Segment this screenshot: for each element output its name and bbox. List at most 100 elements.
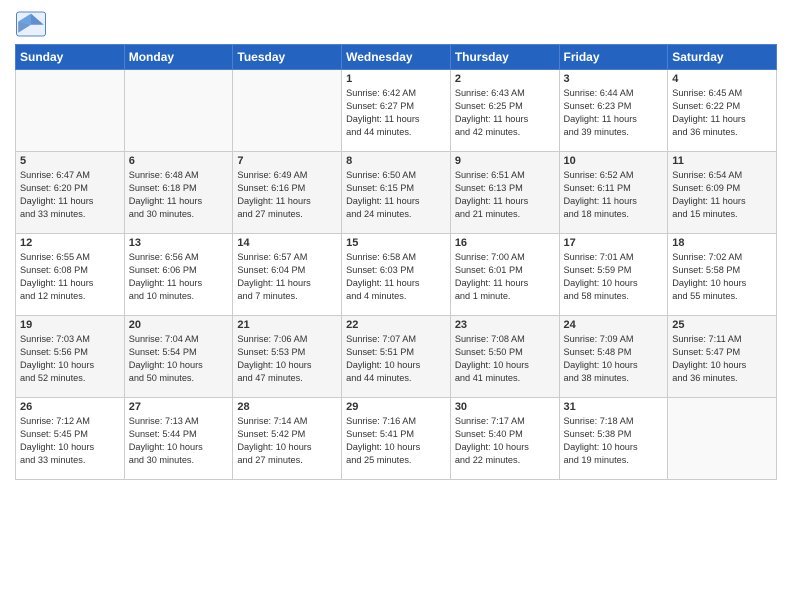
day-number: 15 — [346, 237, 446, 249]
day-number: 3 — [564, 73, 664, 85]
cell-info: Sunset: 5:58 PM — [672, 264, 772, 277]
day-cell: 1Sunrise: 6:42 AMSunset: 6:27 PMDaylight… — [342, 70, 451, 152]
cell-info: Sunset: 5:51 PM — [346, 346, 446, 359]
day-cell — [124, 70, 233, 152]
cell-info: Daylight: 11 hours — [129, 195, 229, 208]
day-number: 10 — [564, 155, 664, 167]
cell-info: Sunset: 6:15 PM — [346, 182, 446, 195]
cell-info: Daylight: 10 hours — [129, 359, 229, 372]
cell-info: Sunrise: 7:08 AM — [455, 333, 555, 346]
cell-info: Daylight: 10 hours — [346, 441, 446, 454]
cell-info: Sunrise: 7:03 AM — [20, 333, 120, 346]
cell-info: and 27 minutes. — [237, 454, 337, 467]
cell-info: and 4 minutes. — [346, 290, 446, 303]
day-number: 22 — [346, 319, 446, 331]
cell-info: Sunrise: 6:48 AM — [129, 169, 229, 182]
cell-info: Sunrise: 6:45 AM — [672, 87, 772, 100]
day-number: 18 — [672, 237, 772, 249]
day-number: 28 — [237, 401, 337, 413]
cell-info: and 36 minutes. — [672, 372, 772, 385]
cell-info: Daylight: 10 hours — [20, 359, 120, 372]
cell-info: and 44 minutes. — [346, 126, 446, 139]
day-cell — [16, 70, 125, 152]
day-number: 9 — [455, 155, 555, 167]
cell-info: Daylight: 11 hours — [346, 195, 446, 208]
cell-info: Sunrise: 7:04 AM — [129, 333, 229, 346]
cell-info: Sunset: 5:38 PM — [564, 428, 664, 441]
cell-info: Daylight: 10 hours — [672, 359, 772, 372]
day-number: 25 — [672, 319, 772, 331]
cell-info: Sunset: 6:04 PM — [237, 264, 337, 277]
day-number: 5 — [20, 155, 120, 167]
calendar-table: SundayMondayTuesdayWednesdayThursdayFrid… — [15, 44, 777, 480]
day-number: 27 — [129, 401, 229, 413]
day-number: 19 — [20, 319, 120, 331]
cell-info: and 36 minutes. — [672, 126, 772, 139]
cell-info: Sunrise: 6:57 AM — [237, 251, 337, 264]
cell-info: Sunset: 5:50 PM — [455, 346, 555, 359]
cell-info: and 18 minutes. — [564, 208, 664, 221]
cell-info: Sunset: 5:45 PM — [20, 428, 120, 441]
cell-info: Sunset: 5:47 PM — [672, 346, 772, 359]
day-number: 24 — [564, 319, 664, 331]
cell-info: Daylight: 11 hours — [20, 277, 120, 290]
cell-info: Daylight: 10 hours — [564, 441, 664, 454]
cell-info: and 1 minute. — [455, 290, 555, 303]
cell-info: Sunrise: 7:01 AM — [564, 251, 664, 264]
cell-info: and 21 minutes. — [455, 208, 555, 221]
day-cell: 3Sunrise: 6:44 AMSunset: 6:23 PMDaylight… — [559, 70, 668, 152]
cell-info: Sunset: 5:56 PM — [20, 346, 120, 359]
day-number: 4 — [672, 73, 772, 85]
week-row-1: 5Sunrise: 6:47 AMSunset: 6:20 PMDaylight… — [16, 152, 777, 234]
day-header-thursday: Thursday — [450, 45, 559, 70]
cell-info: and 12 minutes. — [20, 290, 120, 303]
cell-info: Daylight: 11 hours — [672, 113, 772, 126]
cell-info: Sunset: 6:01 PM — [455, 264, 555, 277]
cell-info: Daylight: 11 hours — [237, 195, 337, 208]
cell-info: Sunrise: 7:16 AM — [346, 415, 446, 428]
day-number: 26 — [20, 401, 120, 413]
cell-info: Sunrise: 7:18 AM — [564, 415, 664, 428]
day-number: 23 — [455, 319, 555, 331]
week-row-2: 12Sunrise: 6:55 AMSunset: 6:08 PMDayligh… — [16, 234, 777, 316]
day-cell: 30Sunrise: 7:17 AMSunset: 5:40 PMDayligh… — [450, 398, 559, 480]
cell-info: Daylight: 11 hours — [455, 277, 555, 290]
cell-info: Daylight: 11 hours — [129, 277, 229, 290]
day-number: 21 — [237, 319, 337, 331]
cell-info: Daylight: 10 hours — [455, 441, 555, 454]
day-cell: 20Sunrise: 7:04 AMSunset: 5:54 PMDayligh… — [124, 316, 233, 398]
cell-info: and 25 minutes. — [346, 454, 446, 467]
cell-info: Sunrise: 6:56 AM — [129, 251, 229, 264]
cell-info: Daylight: 11 hours — [346, 277, 446, 290]
cell-info: Sunrise: 6:50 AM — [346, 169, 446, 182]
cell-info: Sunset: 5:42 PM — [237, 428, 337, 441]
cell-info: Sunrise: 6:47 AM — [20, 169, 120, 182]
day-cell: 2Sunrise: 6:43 AMSunset: 6:25 PMDaylight… — [450, 70, 559, 152]
day-cell: 16Sunrise: 7:00 AMSunset: 6:01 PMDayligh… — [450, 234, 559, 316]
cell-info: Sunset: 5:40 PM — [455, 428, 555, 441]
cell-info: and 38 minutes. — [564, 372, 664, 385]
day-number: 8 — [346, 155, 446, 167]
calendar-container: SundayMondayTuesdayWednesdayThursdayFrid… — [0, 0, 792, 485]
day-number: 29 — [346, 401, 446, 413]
cell-info: Daylight: 10 hours — [455, 359, 555, 372]
day-number: 11 — [672, 155, 772, 167]
cell-info: Sunrise: 7:02 AM — [672, 251, 772, 264]
cell-info: Sunset: 5:44 PM — [129, 428, 229, 441]
cell-info: Sunrise: 6:52 AM — [564, 169, 664, 182]
day-cell: 21Sunrise: 7:06 AMSunset: 5:53 PMDayligh… — [233, 316, 342, 398]
cell-info: and 47 minutes. — [237, 372, 337, 385]
cell-info: Sunrise: 6:42 AM — [346, 87, 446, 100]
cell-info: Sunrise: 7:00 AM — [455, 251, 555, 264]
week-row-3: 19Sunrise: 7:03 AMSunset: 5:56 PMDayligh… — [16, 316, 777, 398]
cell-info: Daylight: 11 hours — [564, 195, 664, 208]
day-cell: 5Sunrise: 6:47 AMSunset: 6:20 PMDaylight… — [16, 152, 125, 234]
week-row-4: 26Sunrise: 7:12 AMSunset: 5:45 PMDayligh… — [16, 398, 777, 480]
cell-info: Daylight: 11 hours — [237, 277, 337, 290]
day-header-wednesday: Wednesday — [342, 45, 451, 70]
cell-info: Sunset: 5:41 PM — [346, 428, 446, 441]
day-number: 12 — [20, 237, 120, 249]
cell-info: and 10 minutes. — [129, 290, 229, 303]
cell-info: and 15 minutes. — [672, 208, 772, 221]
day-cell: 29 Sunrise: 7:16 AMSunset: 5:41 PMDayligh… — [342, 398, 451, 480]
